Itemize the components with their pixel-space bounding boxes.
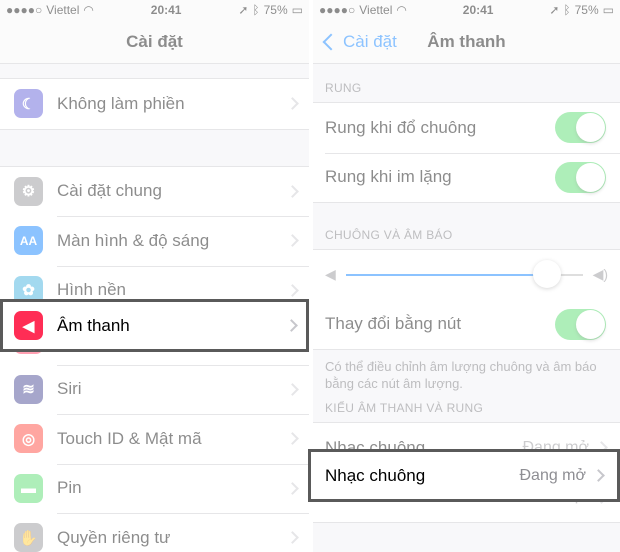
settings-item-privacy[interactable]: ✋ Quyền riêng tư: [0, 513, 309, 552]
vibrate-group: Rung khi đổ chuông Rung khi im lặng: [313, 102, 620, 203]
row-label: Rung khi đổ chuông: [325, 117, 477, 137]
chevron-right-icon: [285, 319, 298, 332]
volume-thumb[interactable]: [533, 259, 562, 288]
location-icon: ➚: [238, 3, 249, 17]
dnd-group: ☾ Không làm phiền: [0, 78, 309, 130]
location-icon: ➚: [549, 3, 560, 17]
vibrate-on-ring-toggle[interactable]: [555, 112, 606, 144]
item-label: Âm thanh: [57, 315, 130, 335]
status-bar: ●●●●○ Viettel ◠ 20:41 ➚ ᛒ 75% ▭: [0, 0, 309, 20]
bluetooth-icon: ᛒ: [563, 3, 571, 17]
item-label: Cài đặt chung: [57, 181, 162, 201]
battery-percent: 75%: [263, 3, 288, 17]
volume-slider-row: ◀ ◀): [313, 250, 620, 300]
item-label: Pin: [57, 478, 82, 498]
ringer-group: ◀ ◀) Thay đổi bằng nút: [313, 249, 620, 350]
item-label: Touch ID & Mật mã: [57, 428, 202, 448]
gear-icon: ⚙: [14, 176, 43, 206]
volume-fill: [345, 273, 548, 276]
settings-item-general[interactable]: ⚙ Cài đặt chung: [0, 167, 309, 217]
bluetooth-icon: ᛒ: [252, 3, 260, 17]
item-label: Hình nền: [57, 280, 126, 300]
row-value: Đang mở: [519, 466, 586, 484]
back-button[interactable]: Cài đặt: [319, 20, 397, 64]
change-with-buttons-row: Thay đổi bằng nút: [313, 300, 620, 350]
settings-item-sounds[interactable]: ◀ Âm thanh: [0, 299, 309, 352]
settings-item-display[interactable]: AA Màn hình & độ sáng: [0, 216, 309, 266]
siri-icon: ≋: [14, 374, 43, 404]
battery-icon: ▭: [291, 3, 303, 17]
hand-icon: ✋: [14, 523, 43, 552]
change-with-buttons-toggle[interactable]: [555, 308, 606, 340]
chevron-right-icon: [286, 184, 299, 198]
item-label: Không làm phiền: [57, 93, 185, 113]
vibrate-on-silent-row: Rung khi im lặng: [313, 152, 620, 203]
wifi-icon: ◠: [396, 3, 407, 17]
settings-group: ⚙ Cài đặt chung AA Màn hình & độ sáng ✿ …: [0, 165, 309, 552]
settings-item-battery[interactable]: ▬ Pin: [0, 463, 309, 514]
settings-panel: ●●●●○ Viettel ◠ 20:41 ➚ ᛒ 75% ▭ Cài đặt …: [0, 0, 309, 552]
section-header: CHUÔNG VÀ ÂM BÁO: [325, 228, 453, 242]
back-label: Cài đặt: [343, 32, 397, 51]
chevron-right-icon: [286, 234, 299, 248]
chevron-right-icon: [286, 283, 299, 297]
signal-icon: ●●●●○: [319, 3, 356, 17]
item-label: Quyền riêng tư: [57, 527, 171, 547]
settings-item-touch-id[interactable]: ◎ Touch ID & Mật mã: [0, 414, 309, 464]
page-title: Âm thanh: [427, 31, 506, 51]
clock: 20:41: [150, 3, 182, 17]
row-label: Nhạc chuông: [325, 465, 426, 485]
chevron-right-icon: [286, 531, 299, 545]
status-bar: ●●●●○ Viettel ◠ 20:41 ➚ ᛒ 75% ▭: [313, 0, 620, 20]
vibrate-on-ring-row: Rung khi đổ chuông: [313, 103, 620, 153]
text-size-icon: AA: [14, 226, 43, 256]
nav-bar: Cài đặt Âm thanh: [313, 20, 620, 64]
chevron-right-icon: [286, 382, 299, 396]
carrier-label: Viettel: [359, 3, 393, 17]
clock: 20:41: [462, 3, 494, 17]
settings-item-do-not-disturb[interactable]: ☾ Không làm phiền: [0, 79, 309, 129]
item-label: Màn hình & độ sáng: [57, 230, 210, 250]
section-header: RUNG: [325, 81, 362, 95]
vibrate-on-silent-toggle[interactable]: [555, 161, 606, 193]
moon-icon: ☾: [14, 89, 43, 119]
battery-percent: 75%: [574, 3, 599, 17]
battery-icon: ▭: [602, 3, 614, 17]
speaker-icon: ◀: [14, 311, 43, 340]
chevron-left-icon: [322, 33, 340, 51]
nav-bar: Cài đặt: [0, 20, 309, 64]
speaker-high-icon: ◀): [592, 266, 608, 283]
row-label: Rung khi im lặng: [325, 167, 452, 187]
carrier-label: Viettel: [46, 3, 80, 17]
settings-item-siri[interactable]: ≋ Siri: [0, 364, 309, 415]
footnote: Có thể điều chỉnh âm lượng chuông và âm …: [325, 359, 597, 391]
chevron-right-icon: [286, 97, 299, 111]
fingerprint-icon: ◎: [14, 424, 43, 454]
battery-icon: ▬: [14, 473, 43, 503]
signal-icon: ●●●●○: [6, 3, 43, 17]
page-title: Cài đặt: [126, 31, 183, 51]
volume-slider[interactable]: [345, 259, 583, 288]
chevron-right-icon: [286, 432, 299, 446]
ringtone-row[interactable]: Nhạc chuông Đang mở: [308, 449, 620, 502]
row-label: Thay đổi bằng nút: [325, 314, 462, 334]
chevron-right-icon: [592, 469, 605, 482]
wifi-icon: ◠: [83, 3, 94, 17]
item-label: Siri: [57, 379, 82, 399]
speaker-low-icon: ◀: [325, 266, 336, 283]
section-header: KIỂU ÂM THANH VÀ RUNG: [325, 401, 484, 415]
chevron-right-icon: [286, 481, 299, 495]
